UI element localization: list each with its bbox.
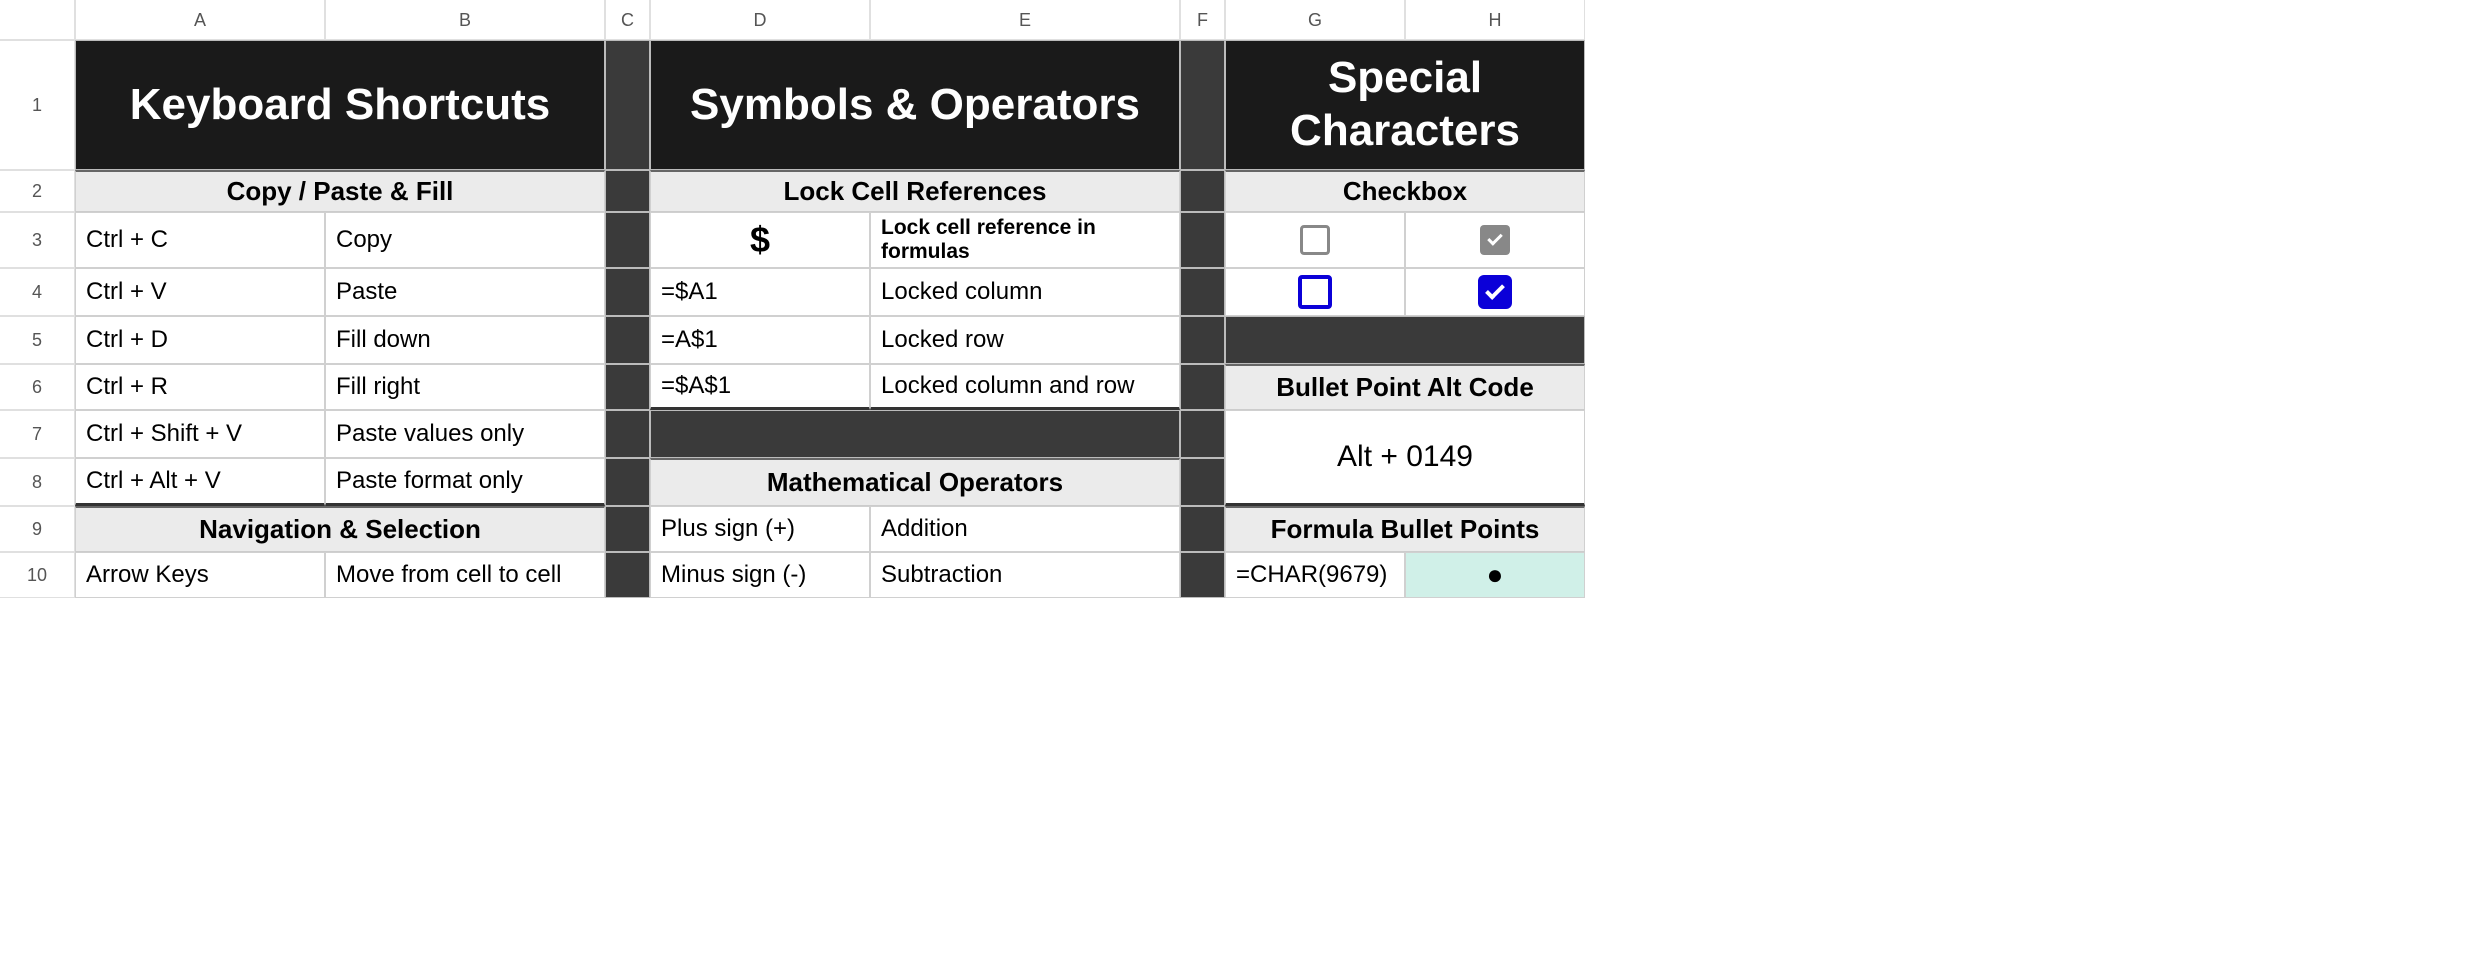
spacer-cell[interactable]: [605, 316, 650, 364]
row-header-7[interactable]: 7: [0, 410, 75, 458]
row-header-9[interactable]: 9: [0, 506, 75, 552]
cell-B3[interactable]: Copy: [325, 212, 605, 268]
row-header-3[interactable]: 3: [0, 212, 75, 268]
cell-E9[interactable]: Addition: [870, 506, 1180, 552]
spacer-cell[interactable]: [605, 506, 650, 552]
section-formula-bullets[interactable]: Formula Bullet Points: [1225, 506, 1585, 552]
cell-A8[interactable]: Ctrl + Alt + V: [75, 458, 325, 506]
spacer-cell[interactable]: [1180, 316, 1225, 364]
row-header-1[interactable]: 1: [0, 40, 75, 170]
spacer-cell[interactable]: [605, 268, 650, 316]
section-copy-paste[interactable]: Copy / Paste & Fill: [75, 170, 605, 212]
cell-A10[interactable]: Arrow Keys: [75, 552, 325, 598]
row-header-6[interactable]: 6: [0, 364, 75, 410]
spacer-cell[interactable]: [605, 364, 650, 410]
cell-G3[interactable]: [1225, 212, 1405, 268]
spacer-cell[interactable]: [605, 212, 650, 268]
col-header-B[interactable]: B: [325, 0, 605, 40]
row-header-2[interactable]: 2: [0, 170, 75, 212]
cell-B6[interactable]: Fill right: [325, 364, 605, 410]
spacer-cell[interactable]: [650, 410, 1180, 458]
cell-A4[interactable]: Ctrl + V: [75, 268, 325, 316]
spacer-cell[interactable]: [1180, 506, 1225, 552]
cell-E4[interactable]: Locked column: [870, 268, 1180, 316]
cell-G10[interactable]: =CHAR(9679): [1225, 552, 1405, 598]
cell-A6[interactable]: Ctrl + R: [75, 364, 325, 410]
spreadsheet-grid: A B C D E F G H 1 Keyboard Shortcuts Sym…: [0, 0, 2492, 598]
cell-A5[interactable]: Ctrl + D: [75, 316, 325, 364]
row-header-10[interactable]: 10: [0, 552, 75, 598]
title-keyboard-shortcuts[interactable]: Keyboard Shortcuts: [75, 40, 605, 170]
cell-H3[interactable]: [1405, 212, 1585, 268]
cell-A7[interactable]: Ctrl + Shift + V: [75, 410, 325, 458]
section-bullet-alt[interactable]: Bullet Point Alt Code: [1225, 364, 1585, 410]
row-header-4[interactable]: 4: [0, 268, 75, 316]
spacer-cell[interactable]: [605, 552, 650, 598]
spacer-cell[interactable]: [1180, 268, 1225, 316]
cell-alt-code[interactable]: Alt + 0149: [1225, 410, 1585, 506]
section-math-ops[interactable]: Mathematical Operators: [650, 458, 1180, 506]
cell-E3[interactable]: Lock cell reference in formulas: [870, 212, 1180, 268]
spacer-cell[interactable]: [1180, 410, 1225, 458]
row-header-8[interactable]: 8: [0, 458, 75, 506]
spacer-cell[interactable]: [1180, 364, 1225, 410]
section-navigation[interactable]: Navigation & Selection: [75, 506, 605, 552]
corner-cell: [0, 0, 75, 40]
cell-B7[interactable]: Paste values only: [325, 410, 605, 458]
cell-D9[interactable]: Plus sign (+): [650, 506, 870, 552]
spacer-cell[interactable]: [605, 458, 650, 506]
spacer-cell[interactable]: [1180, 170, 1225, 212]
cell-B8[interactable]: Paste format only: [325, 458, 605, 506]
cell-D6[interactable]: =$A$1: [650, 364, 870, 410]
col-header-A[interactable]: A: [75, 0, 325, 40]
spacer-cell[interactable]: [1180, 40, 1225, 170]
cell-H4[interactable]: [1405, 268, 1585, 316]
spacer-cell[interactable]: [605, 40, 650, 170]
spacer-cell[interactable]: [1180, 458, 1225, 506]
col-header-D[interactable]: D: [650, 0, 870, 40]
col-header-G[interactable]: G: [1225, 0, 1405, 40]
cell-B5[interactable]: Fill down: [325, 316, 605, 364]
spacer-cell[interactable]: [605, 170, 650, 212]
col-header-H[interactable]: H: [1405, 0, 1585, 40]
spacer-cell[interactable]: [1225, 316, 1585, 364]
col-header-F[interactable]: F: [1180, 0, 1225, 40]
col-header-E[interactable]: E: [870, 0, 1180, 40]
section-checkbox[interactable]: Checkbox: [1225, 170, 1585, 212]
title-special-characters[interactable]: Special Characters: [1225, 40, 1585, 170]
cell-D4[interactable]: =$A1: [650, 268, 870, 316]
spacer-cell[interactable]: [1180, 212, 1225, 268]
cell-D3[interactable]: $: [650, 212, 870, 268]
cell-A3[interactable]: Ctrl + C: [75, 212, 325, 268]
cell-G4[interactable]: [1225, 268, 1405, 316]
cell-E6[interactable]: Locked column and row: [870, 364, 1180, 410]
checkbox-checked-icon: [1480, 225, 1510, 255]
row-header-5[interactable]: 5: [0, 316, 75, 364]
section-lock-refs[interactable]: Lock Cell References: [650, 170, 1180, 212]
checkbox-unchecked-icon: [1300, 225, 1330, 255]
col-header-C[interactable]: C: [605, 0, 650, 40]
cell-B10[interactable]: Move from cell to cell: [325, 552, 605, 598]
cell-D5[interactable]: =A$1: [650, 316, 870, 364]
cell-E5[interactable]: Locked row: [870, 316, 1180, 364]
spacer-cell[interactable]: [1180, 552, 1225, 598]
checkbox-blue-unchecked-icon: [1298, 275, 1332, 309]
title-symbols-operators[interactable]: Symbols & Operators: [650, 40, 1180, 170]
cell-H10[interactable]: ●: [1405, 552, 1585, 598]
cell-D10[interactable]: Minus sign (-): [650, 552, 870, 598]
cell-E10[interactable]: Subtraction: [870, 552, 1180, 598]
cell-B4[interactable]: Paste: [325, 268, 605, 316]
checkbox-blue-checked-icon: [1478, 275, 1512, 309]
spacer-cell[interactable]: [605, 410, 650, 458]
